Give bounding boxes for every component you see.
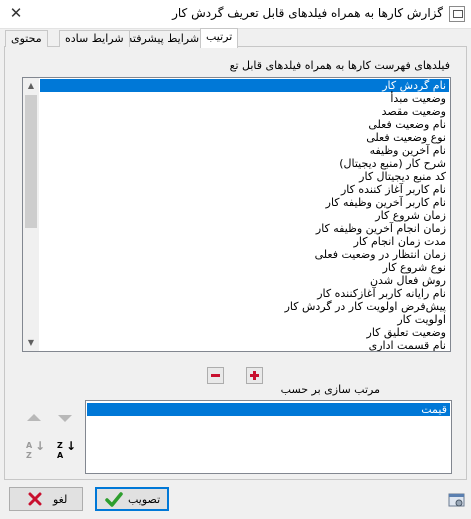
list-item[interactable]: وضعیت مبدأ [40, 92, 449, 105]
sort-listbox[interactable]: قیمت [85, 400, 452, 474]
move-down-button[interactable] [55, 409, 75, 427]
list-item[interactable]: مدت زمان انجام کار [40, 235, 449, 248]
scroll-down-arrow-icon[interactable]: ▼ [23, 335, 39, 351]
sort-ascending-button[interactable]: A Z ↓ [23, 439, 46, 462]
scroll-up-arrow-icon[interactable]: ▲ [23, 78, 39, 94]
list-item[interactable]: شرح کار (منبع دیجیتال) [40, 157, 449, 170]
sort-label: مرتب سازی بر حسب [280, 383, 380, 396]
list-item[interactable]: روش فعال شدن [40, 274, 449, 287]
list-item[interactable]: نوع شروع کار [40, 261, 449, 274]
remove-field-button[interactable] [207, 367, 224, 384]
tab-content[interactable]: محتوی [5, 30, 48, 47]
minus-icon [211, 374, 220, 377]
fields-list: نام گردش کار وضعیت مبدأ وضعیت مقصد نام وضعی… [40, 79, 449, 351]
list-item[interactable]: کد منبع دیجیتال کار [40, 170, 449, 183]
list-item[interactable]: نام کاربر آغاز کننده کار [40, 183, 449, 196]
list-item[interactable]: پیش‌فرض اولویت کار در گردش کار [40, 300, 449, 313]
window-icon [449, 6, 465, 22]
sort-asc-bottom-letter: Z [26, 451, 32, 460]
list-item[interactable]: وضعیت مقصد [40, 105, 449, 118]
list-item[interactable]: نام رایانه کاربر آغازکننده کار [40, 287, 449, 300]
fields-label: فیلدهای فهرست کارها به همراه فیلدهای قاب… [229, 59, 450, 72]
list-item[interactable]: نام گردش کار [40, 79, 449, 92]
list-item[interactable]: نام قسمت اداری [40, 339, 449, 351]
list-item[interactable]: نام کاربر آخرین وظیفه کار [40, 196, 449, 209]
add-field-button[interactable] [246, 367, 263, 384]
sort-list-item[interactable]: قیمت [87, 403, 450, 416]
list-item[interactable]: زمان انتظار در وضعیت فعلی [40, 248, 449, 261]
list-item[interactable]: زمان شروع کار [40, 209, 449, 222]
sort-asc-arrow-icon: ↓ [35, 439, 46, 453]
cancel-button[interactable]: لغو [9, 487, 83, 511]
sort-desc-arrow-icon: ↓ [66, 439, 77, 453]
list-item[interactable]: زمان انجام آخرین وظیفه کار [40, 222, 449, 235]
plus-icon-vertical-bar [253, 371, 256, 380]
tab-advanced-conditions[interactable]: شرایط پیشرفته [121, 30, 206, 47]
move-up-button[interactable] [24, 409, 44, 427]
sort-desc-bottom-letter: A [57, 451, 64, 460]
list-item[interactable]: نام آخرین وظیفه [40, 144, 449, 157]
sort-descending-button[interactable]: Z A ↓ [54, 439, 77, 462]
window-title: گزارش کارها به همراه فیلدهای قابل تعریف … [172, 6, 443, 20]
tab-order[interactable]: ترتیب [200, 28, 239, 48]
sort-asc-top-letter: A [26, 441, 33, 450]
list-item[interactable]: اولویت کار [40, 313, 449, 326]
check-icon [105, 492, 123, 507]
list-item[interactable]: نوع وضعیت فعلی [40, 131, 449, 144]
x-icon [28, 492, 42, 506]
close-button[interactable]: ✕ [8, 5, 24, 21]
sort-desc-top-letter: Z [57, 441, 63, 450]
fields-listbox[interactable]: ▲ ▼ نام گردش کار وضعیت مبدأ وضعیت مقصد نام … [22, 77, 451, 352]
settings-icon[interactable] [448, 492, 465, 509]
list-item[interactable]: نام وضعیت فعلی [40, 118, 449, 131]
fields-scrollbar[interactable]: ▲ ▼ [23, 78, 39, 351]
list-item[interactable]: وضعیت تعلیق کار [40, 326, 449, 339]
ok-button[interactable]: تصویب [95, 487, 169, 511]
triangle-up-icon [27, 414, 41, 421]
cancel-button-label: لغو [53, 493, 68, 506]
title-bar: ✕ گزارش کارها به همراه فیلدهای قابل تعری… [0, 0, 471, 29]
scrollbar-thumb[interactable] [25, 95, 37, 228]
tab-simple-conditions[interactable]: شرایط ساده [59, 30, 130, 47]
triangle-down-icon [58, 415, 72, 422]
ok-button-label: تصویب [128, 493, 161, 506]
